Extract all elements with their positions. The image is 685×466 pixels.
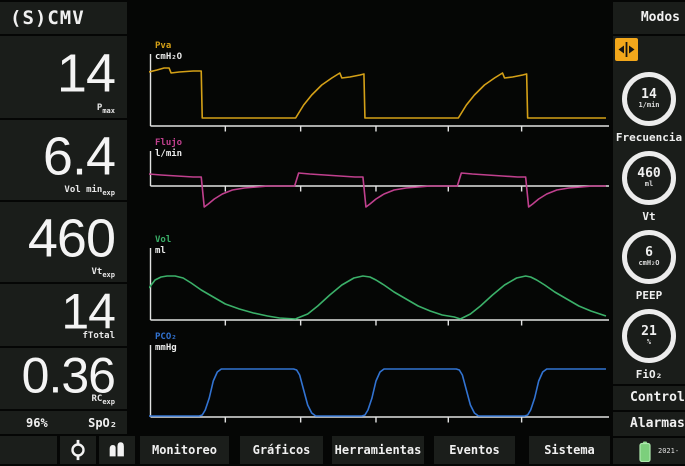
bottom-bar: Monitoreo Gráficos Herramientas Eventos … xyxy=(0,436,610,464)
flow-waveform xyxy=(149,149,611,231)
modes-button[interactable]: Modos xyxy=(613,2,685,34)
flow-trace-label: Flujo xyxy=(155,138,182,148)
ventilator-screen: (S)CMV 14 Pmax 6.4 Vol minexp 460 Vtexp … xyxy=(0,0,685,466)
metric-ftotal[interactable]: 14 fTotal xyxy=(0,284,127,346)
knob-peep-unit: cmH₂O xyxy=(638,259,659,268)
ventilation-mode[interactable]: (S)CMV xyxy=(0,2,127,34)
panel-collapse-button[interactable] xyxy=(615,38,638,61)
waveform-area: Pva cmH₂O Flujo l/min Vol ml PCO₂ mmHg xyxy=(129,0,611,432)
metric-pmax-label: Pmax xyxy=(97,103,115,115)
tab-monitoreo[interactable]: Monitoreo xyxy=(140,436,229,464)
controls-button[interactable]: Controles xyxy=(613,386,685,410)
knob-vt-unit: ml xyxy=(645,180,653,189)
co2-trace-label: PCO₂ xyxy=(155,332,177,342)
knob-peep-label: PEEP xyxy=(613,289,685,302)
tab-graficos[interactable]: Gráficos xyxy=(240,436,323,464)
metric-vtexp[interactable]: 460 Vtexp xyxy=(0,202,127,282)
knob-fio2-value: 21 xyxy=(641,325,657,338)
metric-pmax[interactable]: 14 Pmax xyxy=(0,36,127,118)
knob-vt[interactable]: 460 ml Vt xyxy=(613,151,685,223)
knob-frecuencia-label: Frecuencia xyxy=(613,131,685,144)
battery-status: 2021- xyxy=(613,438,685,464)
knob-peep[interactable]: 6 cmH₂O PEEP xyxy=(613,230,685,302)
knob-vt-value: 460 xyxy=(637,167,660,180)
knob-frecuencia-ring: 14 1/min xyxy=(622,72,676,126)
knob-vt-ring: 460 ml xyxy=(622,151,676,205)
knob-peep-ring: 6 cmH₂O xyxy=(622,230,676,284)
metric-pmax-value: 14 xyxy=(57,42,115,104)
knob-frecuencia-unit: 1/min xyxy=(638,101,659,110)
tab-herramientas[interactable]: Herramientas xyxy=(332,436,424,464)
alarms-button[interactable]: Alarmas xyxy=(613,412,685,436)
knob-vt-label: Vt xyxy=(613,210,685,223)
setting-knobs: 14 1/min Frecuencia 460 ml Vt 6 cmH₂O PE… xyxy=(613,36,685,384)
knob-frecuencia-value: 14 xyxy=(641,88,657,101)
spo2-tile[interactable]: 96% SpO₂ xyxy=(0,411,127,434)
chart-volume: Vol ml xyxy=(129,232,611,329)
pressure-waveform xyxy=(149,52,611,134)
chart-pressure: Pva cmH₂O xyxy=(129,38,611,135)
metric-vtexp-label: Vtexp xyxy=(92,267,116,279)
metric-vtexp-value: 460 xyxy=(28,207,115,269)
bottom-bar-spacer xyxy=(0,436,57,464)
spo2-label: SpO₂ xyxy=(88,416,117,430)
battery-icon xyxy=(639,441,651,462)
volume-trace-label: Vol xyxy=(155,235,171,245)
knob-peep-value: 6 xyxy=(645,246,653,259)
metric-rcexp[interactable]: 0.36 RCexp xyxy=(0,348,127,409)
settings-panel: Modos 14 1/min Frecuencia 460 ml Vt 6 xyxy=(613,2,685,464)
chart-co2: PCO₂ mmHg xyxy=(129,329,611,426)
metric-ftotal-label: fTotal xyxy=(82,331,115,343)
patient-button[interactable] xyxy=(60,436,96,464)
metric-rcexp-label: RCexp xyxy=(92,394,116,406)
patient-icon xyxy=(67,438,89,462)
knob-frecuencia[interactable]: 14 1/min Frecuencia xyxy=(613,72,685,144)
lungs-icon xyxy=(106,439,128,461)
lungs-button[interactable] xyxy=(99,436,135,464)
knob-fio2-label: FiO₂ xyxy=(613,368,685,381)
spo2-value: 96% xyxy=(26,416,48,430)
tab-sistema[interactable]: Sistema xyxy=(529,436,610,464)
tab-eventos[interactable]: Eventos xyxy=(434,436,515,464)
knob-fio2-unit: % xyxy=(647,338,651,347)
metric-volmin[interactable]: 6.4 Vol minexp xyxy=(0,120,127,200)
knob-fio2-ring: 21 % xyxy=(622,309,676,363)
pressure-trace-label: Pva xyxy=(155,41,171,51)
metric-volmin-value: 6.4 xyxy=(43,125,115,187)
battery-timestamp: 2021- xyxy=(658,447,679,455)
panel-collapse-icon xyxy=(615,38,638,61)
volume-waveform xyxy=(149,246,611,328)
metric-volmin-label: Vol minexp xyxy=(64,185,115,197)
monitoring-panel: (S)CMV 14 Pmax 6.4 Vol minexp 460 Vtexp … xyxy=(0,2,127,434)
chart-flow: Flujo l/min xyxy=(129,135,611,232)
knob-fio2[interactable]: 21 % FiO₂ xyxy=(613,309,685,381)
co2-waveform xyxy=(149,343,611,425)
